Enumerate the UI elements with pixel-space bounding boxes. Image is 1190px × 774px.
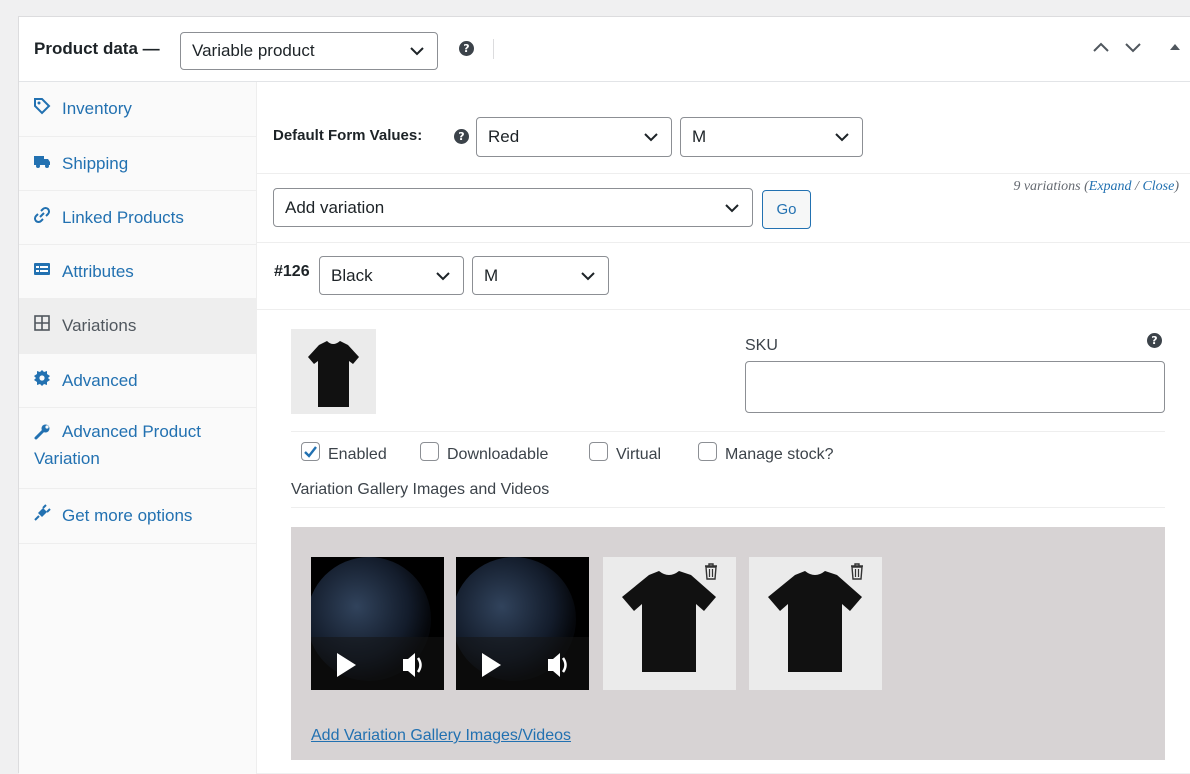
- close-link[interactable]: Close: [1142, 179, 1174, 194]
- tab-label: Variations: [62, 316, 137, 335]
- divider: [257, 309, 1190, 310]
- product-type-value: Variable product: [192, 41, 315, 60]
- tab-label: Advanced Product Variation: [34, 422, 201, 468]
- gallery-video[interactable]: [456, 557, 589, 690]
- help-icon[interactable]: ?: [459, 41, 474, 56]
- checkmark-icon: [304, 446, 317, 458]
- tab-label: Shipping: [62, 154, 129, 173]
- virtual-label: Virtual: [616, 446, 662, 463]
- divider: [291, 431, 1165, 432]
- variation-id: #126: [274, 263, 310, 280]
- panel-title: Product data —: [34, 39, 160, 58]
- default-size-select[interactable]: M: [680, 117, 863, 157]
- enabled-checkbox[interactable]: [301, 442, 320, 461]
- trash-icon[interactable]: [848, 561, 866, 581]
- virtual-checkbox[interactable]: [589, 442, 608, 461]
- chevron-down-icon: [581, 271, 595, 280]
- gallery-image[interactable]: [603, 557, 736, 690]
- move-up-icon[interactable]: [1092, 39, 1110, 55]
- variations-count: 9 variations (Expand / Close): [1013, 179, 1179, 194]
- tab-label: Linked Products: [62, 208, 184, 227]
- variation-color-select[interactable]: Black: [319, 256, 464, 295]
- tab-inventory[interactable]: Inventory: [19, 82, 257, 137]
- sku-label: SKU: [745, 337, 778, 354]
- downloadable-checkbox[interactable]: [420, 442, 439, 461]
- downloadable-label: Downloadable: [447, 446, 549, 463]
- chevron-down-icon: [835, 133, 849, 142]
- help-icon[interactable]: ?: [454, 129, 469, 144]
- tab-label: Get more options: [62, 506, 193, 525]
- tab-get-more-options[interactable]: Get more options: [19, 489, 257, 544]
- variation-color-value: Black: [331, 265, 373, 285]
- move-down-icon[interactable]: [1124, 39, 1142, 55]
- gallery-title: Variation Gallery Images and Videos: [291, 481, 550, 498]
- variation-actions-select[interactable]: Add variation: [273, 188, 753, 227]
- tab-linked-products[interactable]: Linked Products: [19, 191, 257, 245]
- collapse-icon[interactable]: [1169, 39, 1181, 55]
- chevron-down-icon: [436, 271, 450, 280]
- help-icon[interactable]: ?: [1147, 333, 1162, 348]
- tshirt-image: [308, 341, 359, 407]
- earth-video-frame: [456, 557, 589, 690]
- tag-icon: [34, 98, 51, 115]
- trash-icon[interactable]: [702, 561, 720, 581]
- gear-icon: [34, 370, 50, 386]
- list-icon: [34, 263, 50, 275]
- add-gallery-link[interactable]: Add Variation Gallery Images/Videos: [311, 727, 571, 745]
- expand-link[interactable]: Expand: [1089, 179, 1132, 194]
- tab-advanced[interactable]: Advanced: [19, 354, 257, 408]
- manage-stock-checkbox[interactable]: [698, 442, 717, 461]
- truck-icon: [34, 156, 50, 168]
- variation-gallery: Add Variation Gallery Images/Videos: [291, 527, 1165, 760]
- default-form-values-label: Default Form Values:: [273, 127, 423, 144]
- tab-variations[interactable]: Variations: [19, 299, 257, 354]
- tab-attributes[interactable]: Attributes: [19, 245, 257, 299]
- sku-input[interactable]: [745, 361, 1165, 413]
- product-type-select[interactable]: Variable product: [180, 32, 438, 70]
- default-size-value: M: [692, 127, 707, 146]
- variation-size-value: M: [484, 265, 499, 285]
- plugin-icon: [34, 504, 51, 521]
- tab-label: Attributes: [62, 262, 134, 281]
- go-button[interactable]: Go: [762, 190, 811, 229]
- variation-action-value: Add variation: [285, 197, 385, 217]
- gallery-image[interactable]: [749, 557, 882, 690]
- chevron-down-icon: [644, 133, 658, 142]
- chevron-down-icon: [725, 203, 739, 212]
- tab-shipping[interactable]: Shipping: [19, 137, 257, 191]
- header-divider: [493, 39, 494, 59]
- product-data-panel: Product data — Variable product ? Invent…: [18, 16, 1190, 774]
- variation-image[interactable]: [291, 329, 376, 414]
- grid-icon: [34, 315, 50, 331]
- earth-video-frame: [311, 557, 444, 690]
- product-data-header: Product data — Variable product ?: [19, 17, 1190, 82]
- manage-stock-label: Manage stock?: [725, 446, 834, 463]
- tab-label: Inventory: [62, 99, 132, 118]
- variation-size-select[interactable]: M: [472, 256, 609, 295]
- gallery-video[interactable]: [311, 557, 444, 690]
- default-color-select[interactable]: Red: [476, 117, 672, 157]
- default-color-value: Red: [488, 127, 520, 146]
- link-icon: [33, 206, 51, 224]
- chevron-down-icon: [410, 47, 424, 56]
- tab-label: Advanced: [62, 371, 138, 390]
- divider: [257, 173, 1190, 174]
- enabled-label: Enabled: [328, 446, 387, 463]
- product-data-tabs: Inventory Shipping Linked Products Attri…: [19, 82, 257, 774]
- tab-advanced-product-variation[interactable]: Advanced Product Variation: [19, 408, 257, 489]
- divider: [257, 242, 1190, 243]
- divider: [291, 507, 1165, 508]
